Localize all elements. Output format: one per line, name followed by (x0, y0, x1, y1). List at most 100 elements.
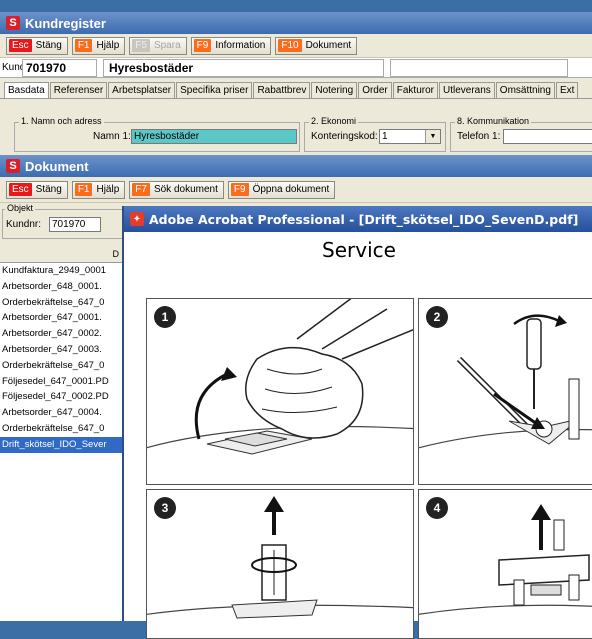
step-panel-1: 1 (146, 298, 414, 485)
list-item[interactable]: Arbetsorder_647_0003. (0, 342, 122, 358)
konteringskod-label: Konteringskod: (311, 131, 378, 142)
button-label: Hjälp (96, 184, 120, 195)
window-title: Kundregister (25, 15, 106, 31)
kund-row: Kund 701970 Hyresbostäder (0, 58, 592, 78)
window-title: Adobe Acrobat Professional - [Drift_sköt… (149, 211, 579, 227)
tab-omsättning[interactable]: Omsättning (495, 82, 555, 98)
tab-basdata[interactable]: Basdata (4, 82, 49, 98)
group-kommunikation: 8. Kommunikation Telefon 1: (450, 116, 592, 152)
step-number: 1 (154, 306, 176, 328)
window-title: Dokument (25, 158, 89, 174)
dokument-hjälp-button[interactable]: F1 Hjälp (71, 180, 126, 199)
button-label: Information (215, 40, 266, 51)
tab-notering[interactable]: Notering (311, 82, 358, 98)
button-label: Stäng (35, 184, 62, 195)
shortcut-key-badge: F9 (193, 39, 212, 52)
dokument-stäng-button[interactable]: Esc Stäng (6, 180, 68, 199)
group-objekt-label: Objekt (5, 203, 36, 213)
list-item[interactable]: Orderbekräftelse_647_0 (0, 295, 122, 311)
telefon-label: Telefon 1: (457, 131, 501, 142)
list-item[interactable]: Arbetsorder_647_0002. (0, 326, 122, 342)
namn1-label: Namn 1: (93, 131, 131, 142)
list-item[interactable]: Arbetsorder_648_0001. (0, 279, 122, 295)
tab-specifika-priser[interactable]: Specifika priser (176, 82, 253, 98)
dokument-toolbar: Esc Stäng F1 Hjälp F7 Sök dokument F9 Öppna dok… (0, 177, 592, 203)
list-item[interactable]: Orderbekräftelse_647_0 (0, 421, 122, 437)
chevron-down-icon[interactable]: ▼ (425, 130, 440, 143)
shortcut-key-badge: Esc (9, 183, 32, 196)
konteringskod-select[interactable]: 1 ▼ (379, 129, 441, 144)
group-namn-label: 1. Namn och adress (19, 116, 104, 126)
list-item[interactable]: Följesedel_647_0001.PD (0, 374, 122, 390)
tab-fakturor[interactable]: Fakturor (392, 82, 438, 98)
tab-order[interactable]: Order (358, 82, 392, 98)
shortcut-key-badge: F7 (132, 183, 150, 196)
tab-referenser[interactable]: Referenser (49, 82, 108, 98)
button-label: Dokument (305, 40, 352, 51)
screwdriver-illustration (419, 314, 592, 449)
button-label: Sök dokument (153, 184, 218, 195)
dokument-titlebar[interactable]: S Dokument (0, 155, 592, 177)
list-header[interactable]: D (0, 246, 122, 263)
lift-spindle-illustration (147, 496, 413, 619)
shortcut-key-badge: F5 (132, 39, 150, 52)
dokument-öppna-dokument-button[interactable]: F9 Öppna dokument (227, 180, 336, 199)
kundregister-information-button[interactable]: F9 Information (190, 36, 272, 55)
kund-label: Kund (2, 62, 26, 73)
hand-lever-illustration (147, 299, 413, 455)
step-panel-2: 2 (418, 298, 592, 485)
file-list-body: Kundfaktura_2949_0001 Arbetsorder_648_000… (0, 263, 122, 453)
pdf-heading: Service (322, 238, 396, 262)
tab-utleverans[interactable]: Utleverans (438, 82, 495, 98)
kundregister-spara-button: F5 Spara (129, 36, 187, 55)
document-list: D Kundfaktura_2949_0001 Arbetsorder_648_0… (0, 246, 123, 621)
list-item[interactable]: Arbetsorder_647_0004. (0, 405, 122, 421)
tab-rabattbrev[interactable]: Rabattbrev (253, 82, 311, 98)
tab-arbetsplatser[interactable]: Arbetsplatser (108, 82, 176, 98)
button-label: Stäng (35, 40, 62, 51)
acrobat-window: ✦ Adobe Acrobat Professional - [Drift_sk… (122, 206, 592, 639)
list-item[interactable]: Arbetsorder_647_0001. (0, 310, 122, 326)
step-number: 4 (426, 497, 448, 519)
kundregister-toolbar: Esc Stäng F1 Hjälp F5 Spara F9 Information F10 Do… (0, 34, 592, 58)
kundnr-field[interactable]: 701970 (49, 217, 101, 232)
kund-number-field[interactable]: 701970 (22, 58, 97, 77)
kundregister-titlebar[interactable]: S Kundregister (0, 12, 592, 34)
konteringskod-value: 1 (382, 131, 388, 142)
group-ekonomi: 2. Ekonomi Konteringskod: 1 ▼ (304, 116, 446, 152)
app-icon: S (6, 159, 20, 173)
kund-name-field[interactable]: Hyresbostäder (103, 58, 384, 77)
kundregister-hjälp-button[interactable]: F1 Hjälp (71, 36, 126, 55)
tab-strip: Basdata Referenser Arbetsplatser Specifika … (0, 80, 592, 99)
shortcut-key-badge: F1 (74, 183, 93, 196)
step-panel-3: 3 (146, 489, 414, 639)
step-panel-4: 4 (418, 489, 592, 639)
shortcut-key-badge: F9 (230, 183, 249, 196)
button-label: Öppna dokument (252, 184, 330, 195)
kundregister-dokument-button[interactable]: F10 Dokument (275, 36, 358, 55)
shortcut-key-badge: F1 (74, 39, 93, 52)
button-label: Spara (153, 40, 181, 51)
group-namn-adress: 1. Namn och adress Namn 1: Hyresbostäder (14, 116, 300, 152)
tab-ext[interactable]: Ext (555, 82, 579, 98)
step-number: 2 (426, 306, 448, 328)
group-objekt: Objekt Kundnr: 701970 (2, 203, 122, 239)
list-item[interactable]: Följesedel_647_0002.PD (0, 389, 122, 405)
shortcut-key-badge: F10 (278, 39, 302, 52)
step-number: 3 (154, 497, 176, 519)
telefon-field[interactable] (503, 129, 592, 144)
list-item[interactable]: Drift_skötsel_IDO_Sever (0, 436, 122, 453)
namn1-field[interactable]: Hyresbostäder (131, 129, 297, 144)
list-item[interactable]: Orderbekräftelse_647_0 (0, 358, 122, 374)
group-ekonomi-label: 2. Ekonomi (309, 116, 359, 126)
kundnr-label: Kundnr: (6, 219, 42, 230)
kundregister-stäng-button[interactable]: Esc Stäng (6, 36, 68, 55)
shortcut-key-badge: Esc (9, 39, 32, 52)
button-label: Hjälp (96, 40, 120, 51)
kund-extra-field[interactable] (390, 58, 568, 77)
dokument-sök-dokument-button[interactable]: F7 Sök dokument (129, 180, 224, 199)
group-kommunikation-label: 8. Kommunikation (455, 116, 532, 126)
list-item[interactable]: Kundfaktura_2949_0001 (0, 263, 122, 279)
acrobat-icon: ✦ (130, 212, 144, 226)
acrobat-titlebar[interactable]: ✦ Adobe Acrobat Professional - [Drift_sk… (124, 206, 592, 232)
